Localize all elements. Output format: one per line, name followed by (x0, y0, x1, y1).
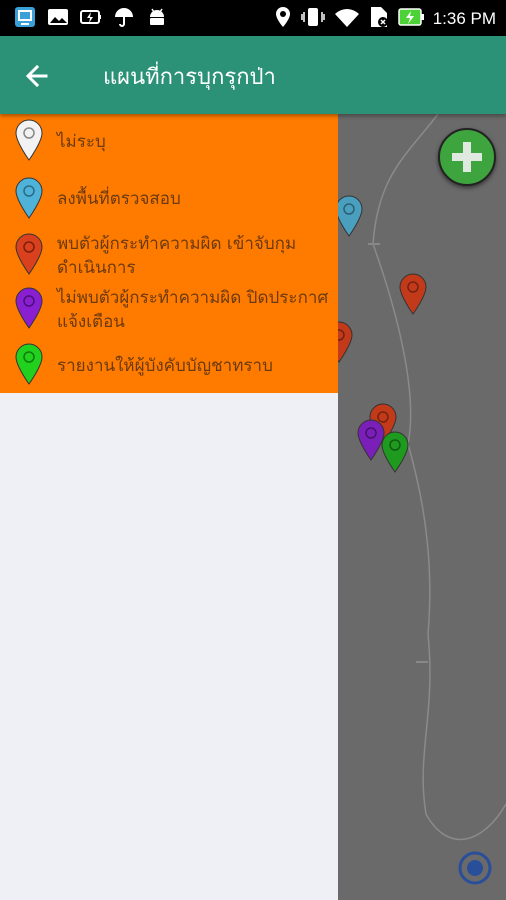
marker-legend: ไม่ระบุ ลงพื้นที่ตรวจสอบ พบตัวผู้กระทำคว… (0, 114, 338, 393)
android-icon (146, 6, 168, 28)
umbrella-icon (113, 6, 135, 28)
arrow-left-icon (25, 64, 48, 88)
system-icons: 1:36 PM (274, 6, 496, 32)
clock-time: 1:36 PM (432, 9, 496, 28)
sim-icon (369, 6, 389, 32)
map-marker[interactable] (381, 431, 409, 473)
map-road (372, 114, 506, 841)
back-button[interactable] (20, 58, 56, 94)
plus-icon (452, 142, 482, 172)
screencast-icon (14, 6, 36, 28)
map-marker[interactable] (357, 419, 385, 461)
legend-label: ไม่พบตัวผู้กระทำความผิด ปิดประกาศแจ้งเตื… (57, 288, 329, 332)
page-title: แผนที่การบุกรุกป่า (103, 65, 276, 90)
legend-label: พบตัวผู้กระทำความผิด เข้าจับกุมดำเนินการ (57, 234, 297, 278)
image-icon (47, 6, 69, 28)
map-canvas (338, 114, 506, 841)
legend-label: รายงานให้ผู้บังคับบัญชาทราบ (57, 356, 273, 376)
my-location-icon (458, 851, 492, 885)
map-marker[interactable] (338, 321, 353, 363)
map-marker[interactable] (399, 273, 427, 315)
app-bar: แผนที่การบุกรุกป่า (0, 36, 506, 114)
legend-label: ไม่ระบุ (57, 132, 106, 152)
legend-label: ลงพื้นที่ตรวจสอบ (57, 189, 181, 209)
map-marker[interactable] (338, 195, 363, 237)
notification-icons (14, 6, 168, 28)
navigation-drawer: ไม่ระบุ ลงพื้นที่ตรวจสอบ พบตัวผู้กระทำคว… (0, 114, 338, 900)
battery-charging-icon (80, 6, 102, 28)
map-pin-icon (15, 343, 43, 385)
status-bar: 1:36 PM (0, 0, 506, 36)
map-pin-icon (15, 233, 43, 275)
wifi-icon (334, 6, 360, 32)
map-pin-icon (15, 177, 43, 219)
map-view[interactable] (338, 114, 506, 900)
vibrate-icon (300, 6, 325, 32)
my-location-button[interactable] (457, 850, 493, 886)
map-pin-icon (15, 119, 43, 161)
battery-icon (397, 6, 424, 32)
map-pin-icon (15, 287, 43, 329)
add-report-button[interactable] (438, 128, 496, 186)
location-icon (274, 6, 292, 32)
